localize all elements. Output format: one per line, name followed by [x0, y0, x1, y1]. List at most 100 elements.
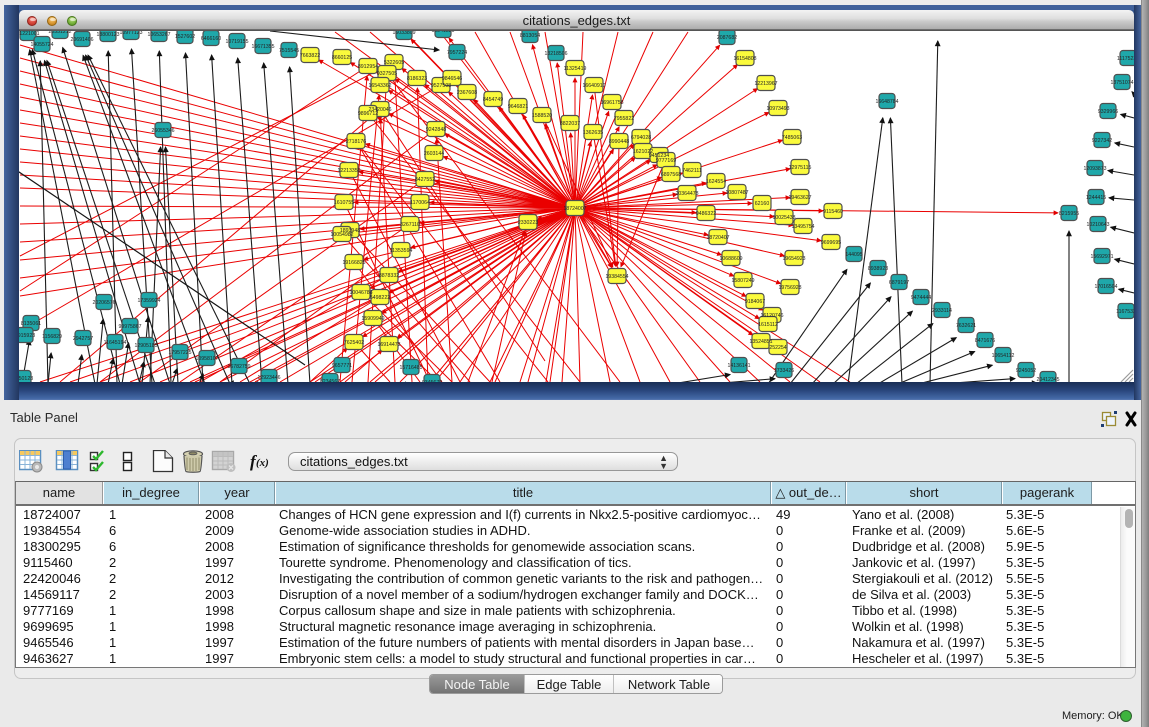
svg-text:1624554: 1624554 — [706, 179, 726, 185]
svg-text:8427552: 8427552 — [415, 177, 435, 183]
svg-text:9846546: 9846546 — [442, 76, 462, 82]
svg-text:7625402: 7625402 — [344, 340, 364, 346]
svg-text:12923446: 12923446 — [257, 375, 280, 381]
svg-text:252254: 252254 — [769, 345, 786, 351]
svg-text:7663822: 7663822 — [300, 53, 320, 59]
svg-text:2330223: 2330223 — [518, 220, 538, 226]
svg-text:7957224: 7957224 — [447, 50, 467, 56]
svg-text:6466160: 6466160 — [201, 36, 221, 42]
svg-text:9527508: 9527508 — [431, 83, 451, 89]
svg-text:10054982: 10054982 — [330, 232, 353, 238]
svg-text:19463627: 19463627 — [788, 195, 811, 201]
svg-text:10654112: 10654112 — [992, 353, 1015, 359]
svg-text:18724007: 18724007 — [563, 206, 586, 212]
svg-text:10958107: 10958107 — [195, 356, 218, 362]
svg-text:9474444: 9474444 — [911, 295, 931, 301]
svg-text:1156829: 1156829 — [42, 334, 62, 340]
svg-text:1588520: 1588520 — [532, 113, 552, 119]
svg-text:15909949: 15909949 — [361, 316, 384, 322]
svg-text:5498222: 5498222 — [370, 295, 390, 301]
svg-text:7515545: 7515545 — [279, 48, 299, 54]
svg-text:15807249: 15807249 — [731, 278, 754, 284]
svg-text:10973493: 10973493 — [766, 106, 789, 112]
svg-text:2603144: 2603144 — [424, 151, 444, 157]
svg-text:11645194: 11645194 — [104, 340, 127, 346]
svg-text:16914473: 16914473 — [377, 342, 400, 348]
svg-text:11175234: 11175234 — [1117, 56, 1134, 62]
svg-text:1244415: 1244415 — [1086, 195, 1106, 201]
svg-text:18800123: 18800123 — [96, 32, 119, 38]
svg-text:8660125: 8660125 — [332, 55, 352, 61]
svg-text:12213359: 12213359 — [337, 168, 360, 174]
svg-text:8938923: 8938923 — [868, 266, 888, 272]
svg-text:20364478: 20364478 — [675, 191, 698, 197]
svg-text:1733426: 1733426 — [774, 368, 794, 374]
svg-text:10807487: 10807487 — [725, 190, 748, 196]
svg-text:1170064: 1170064 — [410, 200, 430, 206]
svg-text:9242848: 9242848 — [426, 127, 446, 133]
svg-text:10719155: 10719155 — [225, 39, 248, 45]
svg-text:16120746: 16120746 — [760, 313, 783, 319]
svg-text:16640910: 16640910 — [582, 83, 605, 89]
svg-text:1527602: 1527602 — [175, 34, 195, 40]
svg-text:9896712: 9896712 — [358, 111, 378, 117]
svg-text:3267110: 3267110 — [400, 222, 420, 228]
svg-text:9329966: 9329966 — [1098, 109, 1118, 115]
svg-text:11325419: 11325419 — [564, 66, 587, 72]
svg-text:9184067: 9184067 — [745, 299, 765, 305]
svg-text:9777169: 9777169 — [656, 158, 676, 164]
svg-text:10688609: 10688609 — [719, 256, 742, 262]
svg-text:16671355: 16671355 — [251, 44, 274, 50]
svg-text:7955822: 7955822 — [614, 116, 634, 122]
svg-text:15692971: 15692971 — [1090, 254, 1113, 260]
svg-text:6879197: 6879197 — [889, 280, 909, 286]
svg-text:19241320: 19241320 — [431, 31, 454, 34]
svg-text:9227342: 9227342 — [1092, 138, 1112, 144]
svg-text:2367608: 2367608 — [457, 90, 477, 96]
svg-text:9327505: 9327505 — [377, 71, 397, 77]
svg-text:9245052: 9245052 — [1016, 368, 1036, 374]
svg-text:18720407: 18720407 — [706, 235, 729, 241]
svg-text:8234567: 8234567 — [320, 379, 340, 382]
svg-text:12093873: 12093873 — [1083, 166, 1106, 172]
svg-text:26055346: 26055346 — [151, 128, 174, 134]
svg-text:10210643: 10210643 — [1086, 222, 1109, 228]
svg-text:13218506: 13218506 — [544, 51, 567, 57]
svg-text:1167532: 1167532 — [1116, 309, 1134, 315]
svg-text:19384554: 19384554 — [605, 274, 628, 280]
svg-text:20691406: 20691406 — [70, 37, 93, 43]
svg-text:7485063: 7485063 — [782, 135, 802, 141]
svg-text:14136141: 14136141 — [727, 363, 750, 369]
svg-text:8186323: 8186323 — [407, 76, 427, 82]
svg-text:1362635: 1362635 — [583, 130, 603, 136]
svg-text:12213967: 12213967 — [754, 81, 777, 87]
svg-text:20206576: 20206576 — [92, 300, 115, 306]
svg-text:20412345: 20412345 — [1036, 377, 1059, 382]
svg-text:99975867: 99975867 — [118, 324, 141, 330]
svg-text:9699695: 9699695 — [821, 240, 841, 246]
svg-text:16648784: 16648784 — [875, 99, 898, 105]
svg-text:16033809: 16033809 — [392, 31, 415, 36]
svg-text:21221001: 21221001 — [19, 31, 40, 37]
svg-text:62160: 62160 — [755, 201, 770, 207]
svg-text:5322605: 5322605 — [384, 60, 404, 66]
svg-text:16961758: 16961758 — [600, 100, 623, 106]
svg-text:17016504: 17016504 — [1094, 284, 1117, 290]
svg-text:14055724: 14055724 — [30, 42, 53, 48]
svg-text:8215955: 8215955 — [1059, 211, 1079, 217]
svg-text:8454749: 8454749 — [483, 97, 503, 103]
svg-text:20551212: 20551212 — [48, 31, 71, 35]
svg-text:9486322: 9486322 — [696, 211, 716, 217]
svg-text:13751074: 13751074 — [1110, 80, 1133, 86]
svg-text:10977123: 10977123 — [119, 31, 142, 36]
svg-text:8912954: 8912954 — [358, 64, 378, 70]
svg-text:10653267: 10653267 — [147, 32, 170, 38]
svg-text:7632621: 7632621 — [956, 323, 976, 329]
svg-text:8878332: 8878332 — [379, 273, 399, 279]
svg-text:2942757: 2942757 — [73, 336, 93, 342]
svg-text:19756928: 19756928 — [778, 285, 801, 291]
svg-text:13495754: 13495754 — [791, 224, 814, 230]
svg-text:8813054: 8813054 — [520, 33, 540, 39]
svg-text:3915923: 3915923 — [19, 333, 35, 339]
svg-text:(x): (x) — [256, 457, 269, 469]
